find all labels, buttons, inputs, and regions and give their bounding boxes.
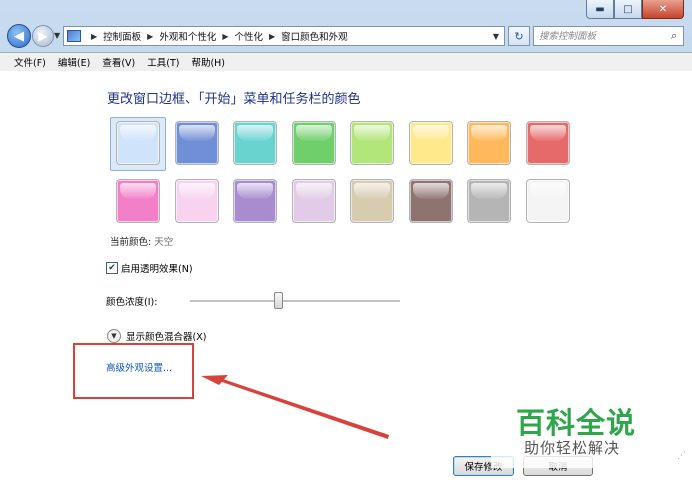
- transparency-label[interactable]: 启用透明效果(N): [121, 261, 193, 275]
- window-caption-buttons: ▬ □ ✕: [586, 0, 684, 20]
- transparency-checkbox[interactable]: ✔ 启用透明效果(N): [106, 261, 193, 275]
- navigation-bar: ◀ ▶ ▼ ▶ 控制面板 ▶ 外观和个性化 ▶ 个性化 ▶ 窗口颜色和外观 ▼ …: [0, 22, 692, 50]
- color-swatch-sun[interactable]: [408, 121, 453, 165]
- menu-bar: 文件(F) 编辑(E) 查看(V) 工具(T) 帮助(H): [0, 52, 692, 71]
- menu-view[interactable]: 查看(V): [96, 55, 141, 69]
- slider-thumb[interactable]: [274, 292, 284, 309]
- color-swatch-violet[interactable]: [233, 179, 277, 223]
- chevron-right-icon[interactable]: ▶: [222, 32, 228, 41]
- back-arrow-icon: ◀: [14, 28, 24, 44]
- minimize-button[interactable]: ▬: [586, 0, 614, 19]
- history-dropdown-icon[interactable]: ▼: [54, 31, 60, 40]
- breadcrumb-item[interactable]: 外观和个性化: [159, 29, 216, 43]
- current-color: 当前颜色: 天空: [110, 234, 173, 248]
- menu-file[interactable]: 文件(F): [0, 55, 52, 69]
- watermark: 百科全说 助你轻松解决: [491, 396, 668, 468]
- search-icon[interactable]: ⌕: [671, 29, 677, 43]
- forward-button[interactable]: ▶: [32, 25, 54, 47]
- color-swatch-slate[interactable]: [467, 179, 511, 223]
- watermark-title: 百科全说: [516, 406, 637, 440]
- maximize-button[interactable]: □: [614, 0, 642, 19]
- current-color-value: 天空: [154, 237, 174, 248]
- chevron-right-icon[interactable]: ▶: [91, 32, 97, 41]
- color-swatch-lime[interactable]: [350, 121, 394, 165]
- color-swatch-twilight[interactable]: [174, 121, 219, 165]
- color-intensity-slider[interactable]: [190, 292, 400, 309]
- menu-edit[interactable]: 编辑(E): [52, 55, 96, 69]
- control-panel-icon: [67, 30, 81, 42]
- control-panel-window: ▬ □ ✕ ◀ ▶ ▼ ▶ 控制面板 ▶ 外观和个性化 ▶ 个性化 ▶ 窗口颜色…: [0, 0, 692, 491]
- checkbox-check-icon[interactable]: ✔: [106, 262, 118, 274]
- forward-arrow-icon: ▶: [38, 29, 48, 43]
- breadcrumb-item[interactable]: 控制面板: [103, 29, 141, 43]
- color-swatch-fuchsia[interactable]: [116, 179, 160, 223]
- arrow-shaft: [217, 377, 389, 439]
- color-swatch-lavender[interactable]: [291, 179, 336, 223]
- current-color-label: 当前颜色:: [110, 237, 152, 248]
- highlight-box: [73, 343, 194, 399]
- watermark-subtitle: 助你轻松解决: [524, 439, 621, 457]
- color-swatch-taupe[interactable]: [350, 179, 394, 223]
- search-box[interactable]: ⌕: [533, 26, 684, 46]
- chevron-right-icon[interactable]: ▶: [147, 32, 153, 41]
- page-title: 更改窗口边框、「开始」菜单和任务栏的颜色: [107, 92, 361, 107]
- resize-grip-icon[interactable]: ⋰: [677, 451, 686, 461]
- breadcrumb-item[interactable]: 个性化: [235, 29, 264, 43]
- search-input[interactable]: [534, 29, 669, 43]
- color-swatch-blush[interactable]: [174, 179, 219, 223]
- color-swatch-sky[interactable]: [116, 121, 160, 165]
- color-mixer-toggle[interactable]: ▼ 显示颜色混合器(X): [107, 329, 206, 343]
- menu-help[interactable]: 帮助(H): [185, 55, 231, 69]
- close-button[interactable]: ✕: [642, 0, 684, 19]
- color-swatch-sea[interactable]: [233, 121, 277, 165]
- menu-tools[interactable]: 工具(T): [141, 55, 185, 69]
- arrow-head: [201, 375, 228, 385]
- color-intensity-label: 颜色浓度(I):: [106, 297, 158, 308]
- color-swatch-frost[interactable]: [525, 179, 570, 223]
- color-swatch-leaf[interactable]: [291, 121, 336, 165]
- breadcrumb-item[interactable]: 窗口颜色和外观: [281, 29, 348, 43]
- color-swatch-chocolate[interactable]: [408, 179, 453, 223]
- refresh-icon: ↻: [514, 29, 524, 43]
- color-swatch-pumpkin[interactable]: [467, 121, 511, 165]
- refresh-button[interactable]: ↻: [508, 26, 530, 46]
- color-mixer-label[interactable]: 显示颜色混合器(X): [126, 329, 206, 343]
- color-swatch-ruby[interactable]: [525, 121, 570, 165]
- address-bar[interactable]: ▶ 控制面板 ▶ 外观和个性化 ▶ 个性化 ▶ 窗口颜色和外观 ▼: [63, 26, 505, 46]
- address-dropdown-icon[interactable]: ▼: [488, 32, 504, 41]
- chevron-right-icon[interactable]: ▶: [269, 32, 275, 41]
- back-button[interactable]: ◀: [7, 24, 31, 48]
- chevron-down-icon[interactable]: ▼: [107, 329, 121, 343]
